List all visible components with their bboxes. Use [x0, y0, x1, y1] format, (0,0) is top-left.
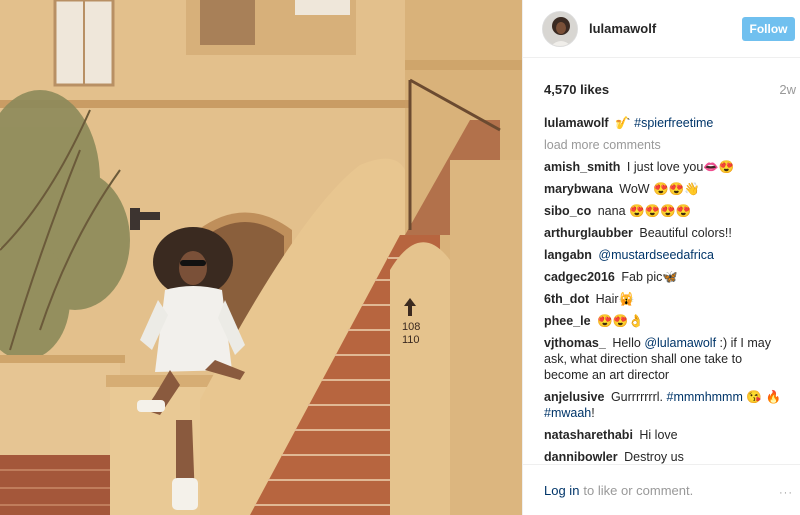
like-count[interactable]: 4,570 likes: [544, 82, 609, 97]
comment-text: Beautiful colors!!: [639, 226, 732, 240]
comment-username[interactable]: vjthomas_: [544, 336, 606, 350]
comment-text: Gurrrrrrrl.: [610, 390, 664, 404]
avatar[interactable]: [542, 10, 578, 47]
comment-row: natasharethabi Hi love: [544, 427, 789, 443]
comment-username[interactable]: phee_le: [544, 314, 591, 328]
comment-username[interactable]: natasharethabi: [544, 428, 633, 442]
comment-username[interactable]: amish_smith: [544, 160, 620, 174]
comment-row: sibo_co nana 😍😍😍😍: [544, 203, 789, 219]
comment-text: WoW: [619, 182, 650, 196]
comment-row: anjelusive Gurrrrrrrl. #mmmhmmm 😘 🔥 #mwa…: [544, 389, 789, 421]
load-more-comments-link[interactable]: load more comments: [544, 137, 789, 153]
comment-username[interactable]: 6th_dot: [544, 292, 589, 306]
post-footer: Log in to like or comment. ···: [523, 464, 800, 515]
more-options-icon[interactable]: ···: [779, 487, 793, 499]
comment-row: marybwana WoW 😍😍👋: [544, 181, 789, 197]
comment-row: amish_smith I just love you👄😍: [544, 159, 789, 175]
comment-mention[interactable]: @lulamawolf: [644, 336, 716, 350]
comment-mention[interactable]: @mustardseedafrica: [598, 248, 714, 262]
comment-text: Destroy us: [624, 450, 684, 464]
comment-row: 6th_dot Hair🙀: [544, 291, 789, 307]
stair-number-label: 108: [402, 321, 420, 333]
comment-text: Hello: [612, 336, 641, 350]
likes-row: 4,570 likes 2w: [544, 82, 796, 97]
caption-hashtag[interactable]: #spierfreetime: [634, 116, 713, 130]
comment-row: vjthomas_ Hello @lulamawolf :) if I may …: [544, 335, 789, 383]
comment-row: dannibowler Destroy us: [544, 449, 789, 465]
follow-button[interactable]: Follow: [742, 17, 795, 41]
lips-icon: 👄: [703, 160, 719, 174]
post-time[interactable]: 2w: [779, 82, 796, 97]
post-photo[interactable]: 108 110: [0, 0, 522, 515]
post-header: lulamawolf Follow: [523, 0, 800, 58]
comment-username[interactable]: cadgec2016: [544, 270, 615, 284]
comment-row: phee_le 😍😍👌: [544, 313, 789, 329]
fire-icon: 🔥: [765, 390, 782, 404]
comment-row: cadgec2016 Fab pic🦋: [544, 269, 789, 285]
stair-number-label: 110: [402, 334, 420, 346]
comment-username[interactable]: marybwana: [544, 182, 613, 196]
comment-text: Hi love: [639, 428, 678, 442]
comment-username[interactable]: sibo_co: [544, 204, 591, 218]
comment-text-cont: !: [591, 406, 595, 420]
heart-eyes-icon: 😍😍: [653, 182, 685, 196]
comment-text: nana: [597, 204, 626, 218]
caption-username[interactable]: lulamawolf: [544, 116, 609, 130]
waving-hand-icon: 👋: [684, 182, 700, 196]
comment-hashtag[interactable]: #mmmhmmm: [667, 390, 743, 404]
caption: lulamawolf 🎷 #spierfreetime: [544, 115, 789, 131]
kiss-face-icon: 😘: [746, 390, 762, 404]
comment-hashtag[interactable]: #mwaah: [544, 406, 591, 420]
header-username[interactable]: lulamawolf: [589, 21, 656, 36]
heart-eyes-icon: 😍: [718, 160, 735, 174]
butterfly-icon: 🦋: [662, 270, 678, 284]
comment-username[interactable]: arthurglaubber: [544, 226, 633, 240]
post-sidebar: lulamawolf Follow 4,570 likes 2w lulamaw…: [522, 0, 800, 515]
comment-username[interactable]: langabn: [544, 248, 592, 262]
comment-username[interactable]: dannibowler: [544, 450, 618, 464]
screaming-face-icon: 🙀: [618, 292, 635, 306]
comment-row: langabn @mustardseedafrica: [544, 247, 789, 263]
comment-text: I just love you: [626, 160, 704, 174]
saxophone-icon: 🎷: [615, 116, 631, 130]
comment-row: arthurglaubber Beautiful colors!!: [544, 225, 789, 241]
login-link[interactable]: Log in: [544, 483, 579, 498]
login-prompt-text: to like or comment.: [583, 482, 694, 498]
comment-text: Hair: [595, 292, 619, 306]
comment-text: Fab pic: [621, 270, 663, 284]
photo-scene: 108110: [0, 0, 522, 515]
comment-username[interactable]: anjelusive: [544, 390, 604, 404]
heart-eyes-icon: 😍😍😍😍: [629, 204, 692, 218]
ok-hand-icon: 👌: [628, 314, 644, 328]
comment-list: lulamawolf 🎷 #spierfreetime load more co…: [544, 115, 789, 465]
heart-eyes-icon: 😍😍: [597, 314, 629, 328]
